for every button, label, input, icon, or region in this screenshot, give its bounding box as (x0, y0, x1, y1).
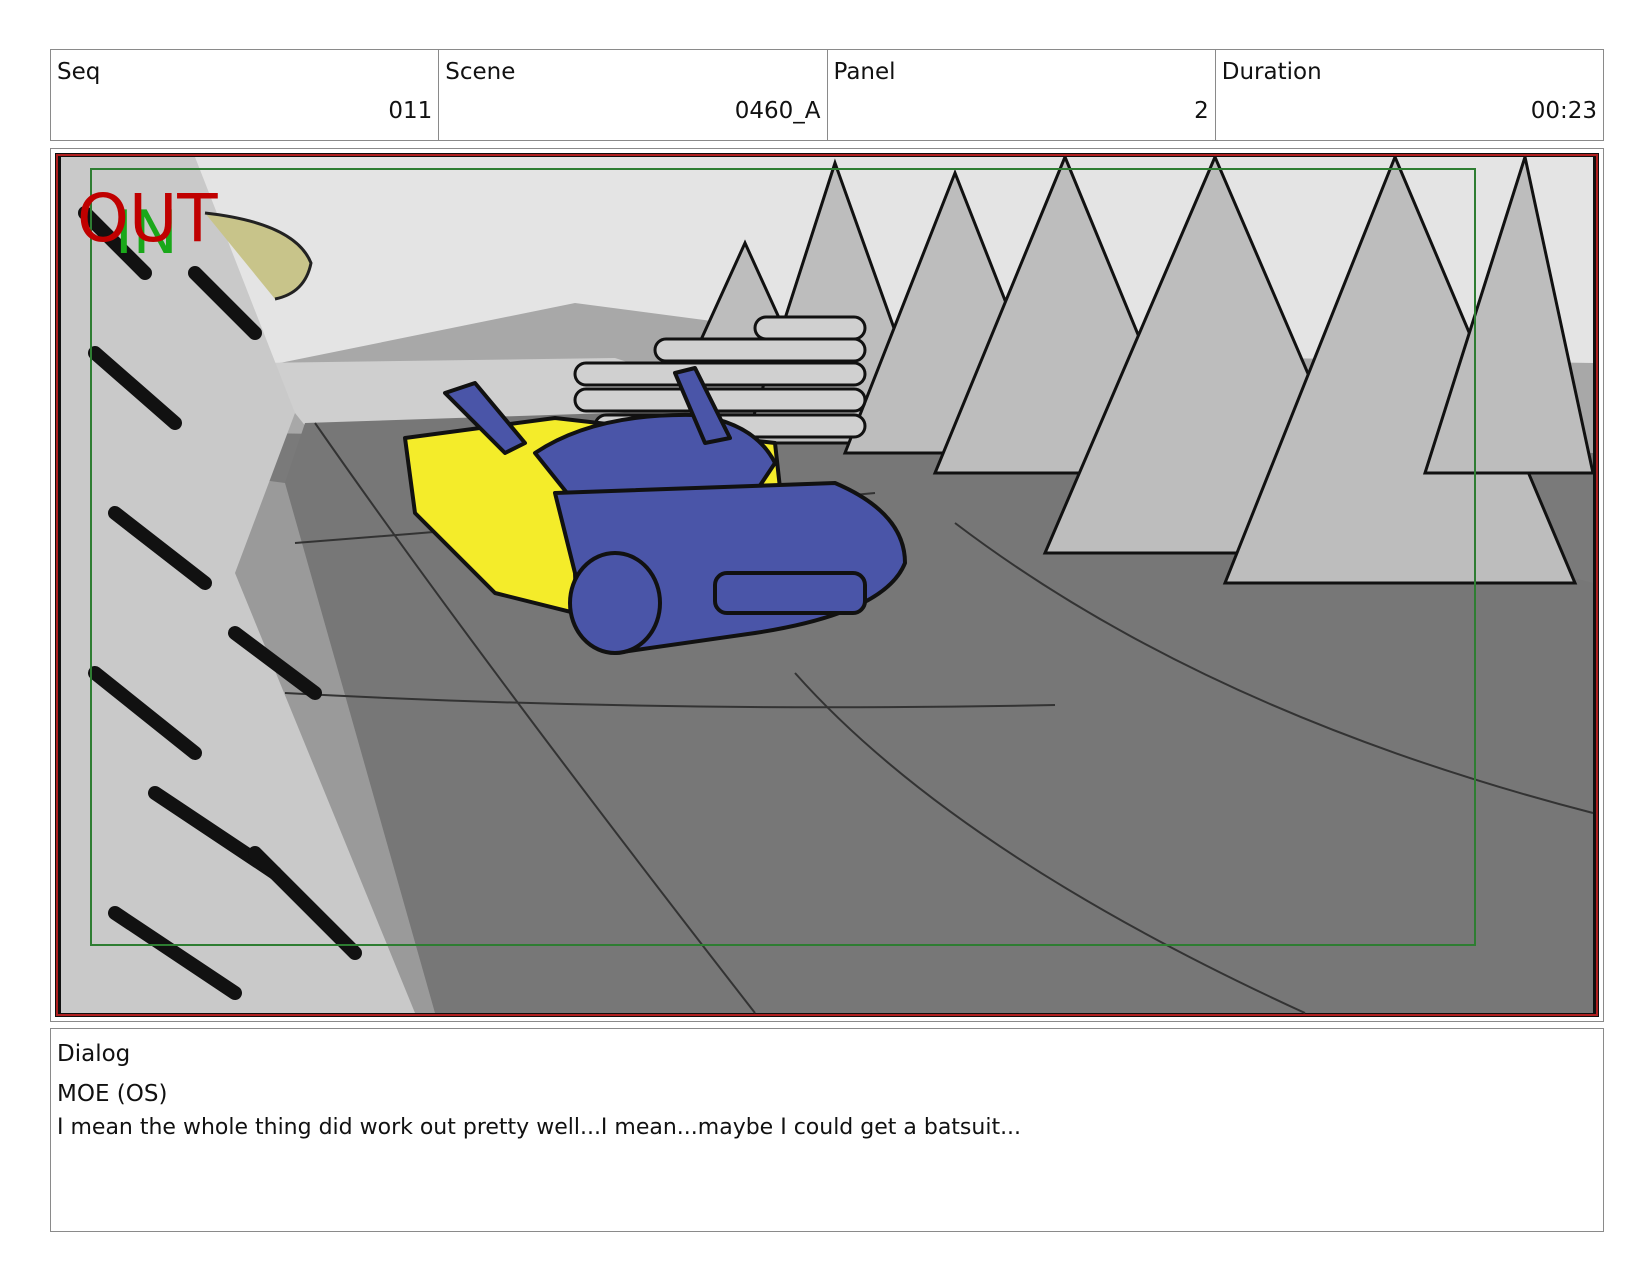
seq-value: 011 (388, 98, 433, 124)
panel-info-header: Seq 011 Scene 0460_A Panel 2 Duration 00… (50, 49, 1604, 141)
dialog-speaker: MOE (OS) (57, 1081, 168, 1107)
seq-cell: Seq 011 (51, 50, 440, 140)
out-overlay: OUT (77, 180, 218, 257)
duration-cell: Duration 00:23 (1216, 50, 1603, 140)
seq-label: Seq (57, 59, 101, 85)
dialog-box: Dialog MOE (OS) I mean the whole thing d… (50, 1028, 1604, 1232)
panel-value: 2 (1194, 98, 1209, 124)
duration-value: 00:23 (1530, 98, 1597, 124)
storyboard-frame: IN OUT (50, 148, 1604, 1022)
dialog-title: Dialog (57, 1041, 131, 1067)
scene-label: Scene (445, 59, 516, 85)
panel-cell: Panel 2 (828, 50, 1216, 140)
panel-label: Panel (833, 59, 896, 85)
scene-value: 0460_A (734, 98, 821, 124)
storyboard-drawing: IN OUT (55, 153, 1599, 1017)
scene-cell: Scene 0460_A (439, 50, 828, 140)
duration-label: Duration (1221, 59, 1322, 85)
dialog-line: I mean the whole thing did work out pret… (57, 1115, 1022, 1140)
